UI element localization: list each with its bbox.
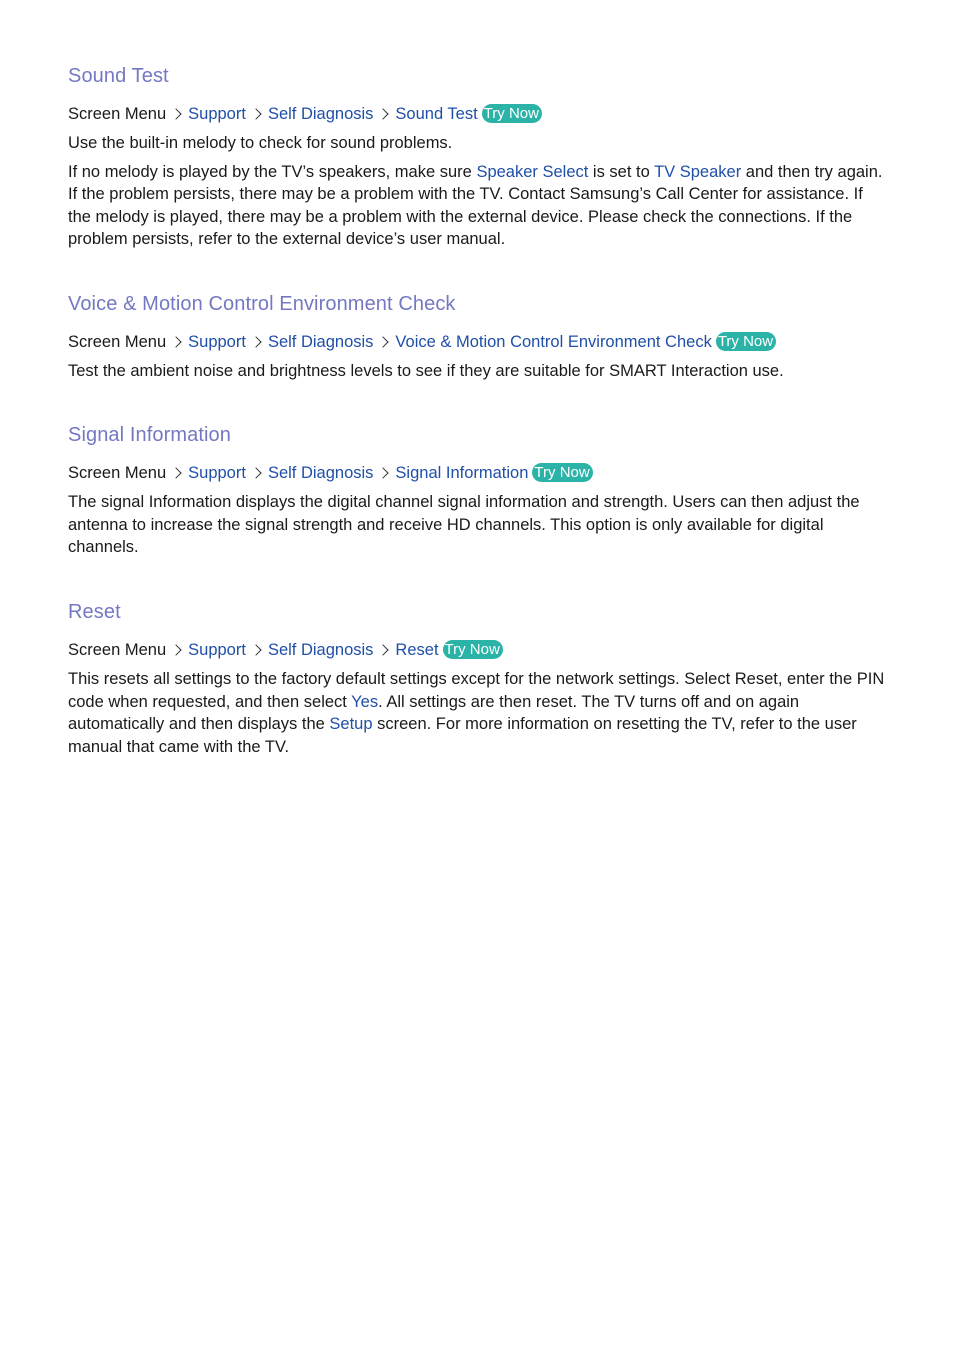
chevron-right-icon xyxy=(250,336,262,348)
try-now-button[interactable]: Try Now xyxy=(532,463,593,482)
breadcrumb: Screen Menu Support Self Diagnosis Voice & … xyxy=(68,331,888,353)
section-heading: Reset xyxy=(68,601,121,623)
section-heading: Signal Information xyxy=(68,424,232,446)
breadcrumb-root: Screen Menu xyxy=(68,464,167,482)
breadcrumb-link-voice-motion-check[interactable]: Voice & Motion Control Environment Check xyxy=(395,333,711,351)
link-speaker-select[interactable]: Speaker Select xyxy=(476,163,588,181)
breadcrumb: Screen Menu Support Self Diagnosis Reset Try… xyxy=(68,639,888,661)
breadcrumb-link-self-diagnosis[interactable]: Self Diagnosis xyxy=(268,333,373,351)
breadcrumb: Screen Menu Support Self Diagnosis Sound Te… xyxy=(68,103,888,125)
section-signal-information: Signal Information Screen Menu Support Sel… xyxy=(68,423,888,559)
try-now-button[interactable]: Try Now xyxy=(442,640,503,659)
paragraph: If no melody is played by the TV’s speak… xyxy=(68,161,888,251)
breadcrumb-link-support[interactable]: Support xyxy=(188,333,246,351)
text: The signal Information displays the digi… xyxy=(68,493,860,556)
paragraph: Use the built-in melody to check for sou… xyxy=(68,132,888,155)
breadcrumb-root: Screen Menu xyxy=(68,105,167,123)
section-voice-motion-check: Voice & Motion Control Environment Check… xyxy=(68,292,888,383)
breadcrumb-link-reset[interactable]: Reset xyxy=(395,641,438,659)
section-heading: Voice & Motion Control Environment Check xyxy=(68,293,456,315)
breadcrumb: Screen Menu Support Self Diagnosis Signal I… xyxy=(68,462,888,484)
chevron-right-icon xyxy=(377,644,390,656)
breadcrumb-root: Screen Menu xyxy=(68,641,167,659)
link-setup[interactable]: Setup xyxy=(329,715,372,733)
breadcrumb-link-support[interactable]: Support xyxy=(188,464,246,482)
text: Use the built-in melody to check for sou… xyxy=(68,134,453,152)
link-yes[interactable]: Yes xyxy=(351,693,378,711)
try-now-button[interactable]: Try Now xyxy=(715,332,777,351)
chevron-right-icon xyxy=(377,467,390,479)
chevron-right-icon xyxy=(250,467,262,479)
text: is set to xyxy=(588,162,655,181)
breadcrumb-link-self-diagnosis[interactable]: Self Diagnosis xyxy=(268,464,373,482)
chevron-right-icon xyxy=(377,108,390,120)
chevron-right-icon xyxy=(170,467,182,479)
text: If no melody is played by the TV’s speak… xyxy=(68,162,477,181)
breadcrumb-link-support[interactable]: Support xyxy=(188,641,246,659)
chevron-right-icon xyxy=(170,336,182,348)
text: Test the ambient noise and brightness le… xyxy=(68,362,784,380)
chevron-right-icon xyxy=(250,644,262,656)
chevron-right-icon xyxy=(377,336,390,348)
section-sound-test: Sound Test Screen Menu Support Self Diagno… xyxy=(68,64,888,251)
try-now-button[interactable]: Try Now xyxy=(481,104,542,123)
breadcrumb-link-signal-information[interactable]: Signal Information xyxy=(395,464,528,482)
paragraph: Test the ambient noise and brightness le… xyxy=(68,360,888,383)
section-reset: Reset Screen Menu Support Self Diagnosis Re… xyxy=(68,600,888,758)
chevron-right-icon xyxy=(250,108,262,120)
breadcrumb-link-self-diagnosis[interactable]: Self Diagnosis xyxy=(268,641,373,659)
breadcrumb-link-support[interactable]: Support xyxy=(188,105,246,123)
chevron-right-icon xyxy=(170,108,182,120)
paragraph: This resets all settings to the factory … xyxy=(68,668,888,758)
section-heading: Sound Test xyxy=(68,65,169,87)
breadcrumb-link-self-diagnosis[interactable]: Self Diagnosis xyxy=(268,105,373,123)
breadcrumb-link-sound-test[interactable]: Sound Test xyxy=(395,105,477,123)
chevron-right-icon xyxy=(170,644,182,656)
paragraph: The signal Information displays the digi… xyxy=(68,491,888,559)
link-tv-speaker[interactable]: TV Speaker xyxy=(654,163,741,181)
breadcrumb-root: Screen Menu xyxy=(68,333,167,351)
